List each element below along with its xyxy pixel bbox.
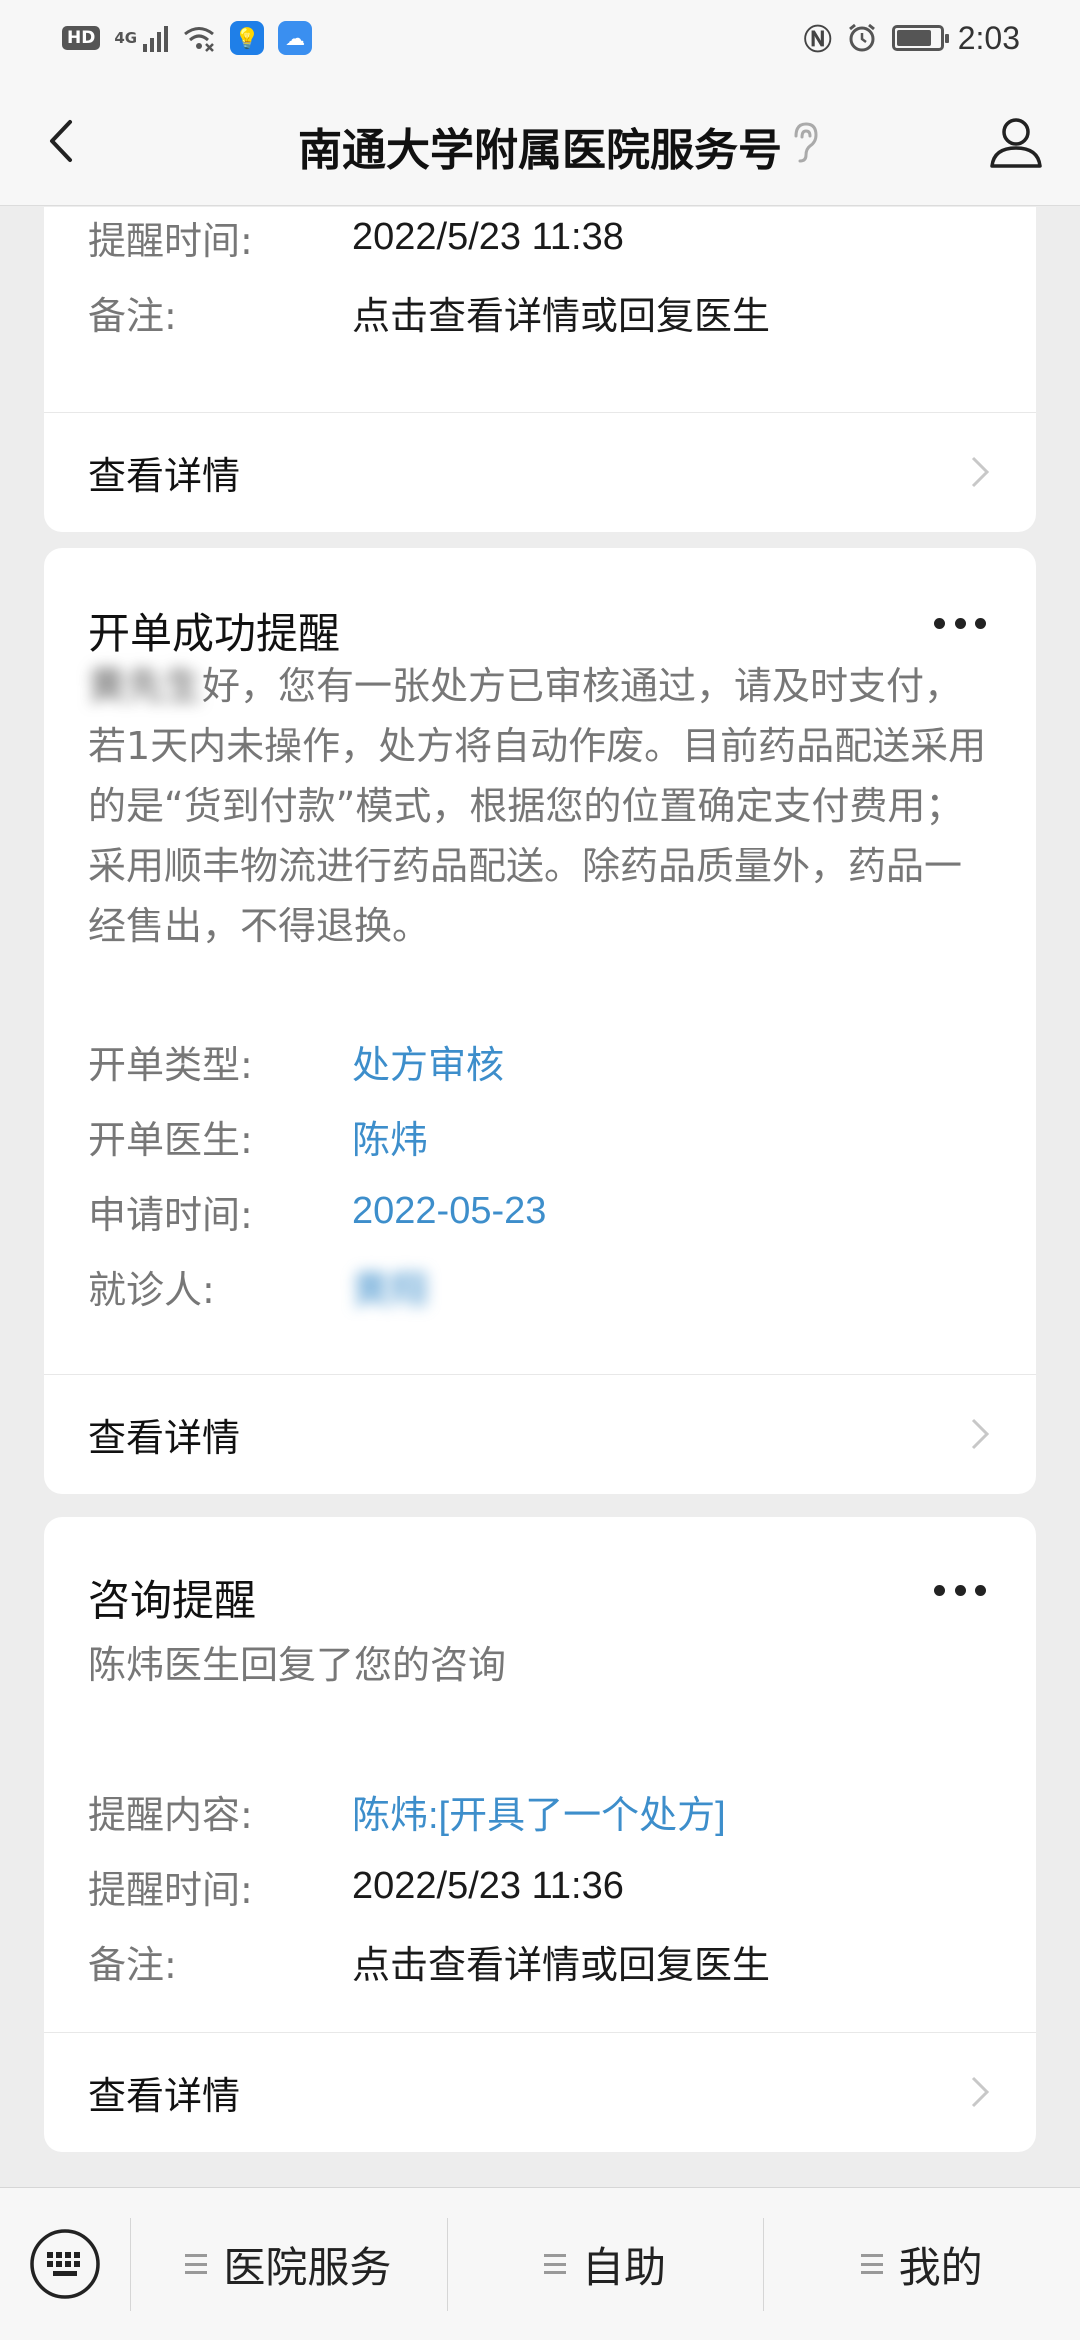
card-description: 黄先生好，您有一张处方已审核通过，请及时支付，若1天内未操作，处方将自动作废。目…	[88, 664, 987, 948]
view-details-button[interactable]: 查看详情	[44, 2032, 1036, 2152]
view-details-button[interactable]: 查看详情	[44, 1374, 1036, 1494]
field-row: 提醒时间: 2022/5/23 11:38	[88, 215, 624, 263]
message-list[interactable]: 提醒时间: 2022/5/23 11:38 备注: 点击查看详情或回复医生 查看…	[0, 207, 1080, 2187]
field-row: 备注: 点击查看详情或回复医生	[88, 1942, 771, 1987]
menu-list-icon	[860, 2254, 883, 2274]
page-title: 南通大学附属医院服务号	[298, 125, 782, 176]
keyboard-icon	[30, 2229, 100, 2299]
bulb-app-icon: 💡	[230, 21, 265, 55]
bottom-menu: 医院服务 自助 我的	[0, 2187, 1080, 2340]
more-options-icon[interactable]	[934, 1585, 986, 1599]
field-row: 提醒内容: 陈炜:[开具了一个处方]	[88, 1792, 726, 1837]
battery-icon	[891, 25, 949, 51]
menu-list-icon	[185, 2254, 208, 2274]
field-row: 开单类型: 处方审核	[88, 1042, 505, 1087]
field-row: 开单医生: 陈炜	[88, 1117, 429, 1162]
chevron-right-icon	[971, 1418, 990, 1450]
menu-self-service[interactable]: 自助	[446, 2188, 764, 2340]
network-type: 4G	[114, 29, 138, 47]
menu-list-icon	[544, 2254, 566, 2274]
field-row: 申请时间: 2022-05-23	[88, 1189, 547, 1237]
cloud-app-icon: ☁	[278, 21, 313, 55]
field-row: 就诊人: 黄翔	[88, 1256, 428, 1316]
consult-reminder-card: 咨询提醒 陈炜医生回复了您的咨询 提醒内容: 陈炜:[开具了一个处方] 提醒时间…	[44, 1517, 1036, 2152]
chevron-right-icon	[971, 2076, 990, 2108]
hd-voice-icon: HD	[62, 26, 101, 50]
clock-time: 2:03	[957, 19, 1020, 56]
keyboard-toggle-button[interactable]	[0, 2188, 130, 2340]
alarm-icon	[848, 23, 875, 52]
nfc-icon: Ⓝ	[803, 23, 832, 56]
field-row: 备注: 点击查看详情或回复医生	[88, 293, 771, 338]
field-row: 提醒时间: 2022/5/23 11:36	[88, 1864, 624, 1912]
card-description: 陈炜医生回复了您的咨询	[88, 1643, 507, 1687]
more-options-icon[interactable]	[934, 618, 986, 632]
chevron-right-icon	[971, 456, 990, 488]
redacted-name: 黄先生	[88, 664, 203, 708]
status-bar: HD 4G 💡 ☁ Ⓝ 2:03	[0, 0, 1080, 76]
view-details-button[interactable]: 查看详情	[44, 412, 1036, 532]
user-profile-icon[interactable]	[986, 112, 1046, 172]
ear-icon[interactable]	[784, 118, 824, 166]
nav-bar: 南通大学附属医院服务号	[0, 76, 1080, 206]
signal-icon	[143, 24, 169, 52]
redacted-patient: 黄翔	[352, 1269, 429, 1312]
card-title: 开单成功提醒	[88, 609, 341, 658]
menu-hospital-services[interactable]: 医院服务	[130, 2188, 447, 2340]
card-title: 咨询提醒	[88, 1576, 257, 1625]
prescription-success-card: 开单成功提醒 黄先生好，您有一张处方已审核通过，请及时支付，若1天内未操作，处方…	[44, 548, 1036, 1494]
wifi-off-icon	[184, 27, 215, 52]
consult-reminder-card-previous: 提醒时间: 2022/5/23 11:38 备注: 点击查看详情或回复医生 查看…	[44, 207, 1036, 532]
menu-mine[interactable]: 我的	[763, 2188, 1080, 2340]
